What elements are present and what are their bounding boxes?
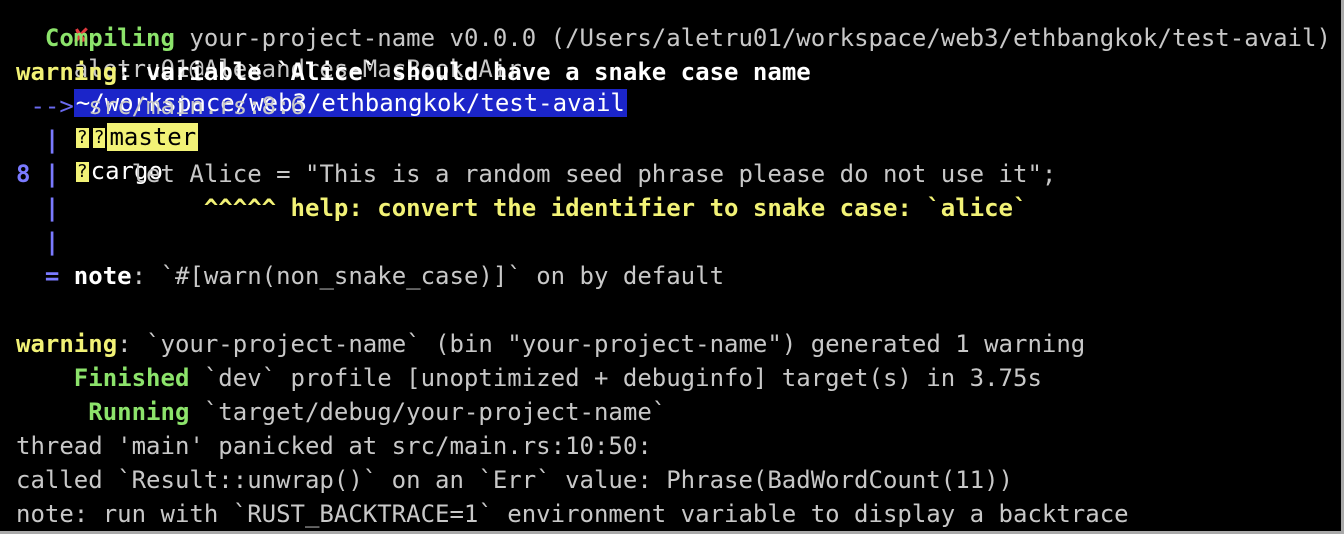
git-branch: master (107, 123, 199, 151)
running-text: `target/debug/your-project-name` (189, 398, 667, 426)
branch-icon: ? (90, 126, 108, 150)
running-label: Running (16, 398, 190, 426)
terminal-window[interactable]: ✘ aletru01@Alexandres-MacBook-Air ~/work… (0, 0, 1344, 534)
warning-label: warning (16, 330, 118, 358)
source-location: src/main.rs:8:6 (73, 92, 305, 120)
warning-message: : variable `Alice` should have a snake c… (117, 58, 811, 86)
finished-line: Finished `dev` profile [unoptimized + de… (16, 361, 1042, 395)
prompt-line: ✘ aletru01@Alexandres-MacBook-Air ~/work… (16, 0, 627, 185)
compiling-label: Compiling (44, 24, 175, 52)
backtrace-note-text: note: run with `RUST_BACKTRACE=1` enviro… (16, 500, 1129, 528)
note-text: : `#[warn(non_snake_case)]` on by defaul… (131, 262, 725, 290)
backtrace-note-line: note: run with `RUST_BACKTRACE=1` enviro… (16, 497, 1129, 531)
panic-line: thread 'main' panicked at src/main.rs:10… (16, 429, 652, 463)
source-code: let Alice = "This is a random seed phras… (59, 160, 1057, 188)
gutter-line: | (16, 123, 59, 157)
help-message: ^^^^^ help: convert the identifier to sn… (59, 194, 1028, 222)
panic-text: thread 'main' panicked at src/main.rs:10… (16, 432, 652, 460)
note-line: = note: `#[warn(non_snake_case)]` on by … (16, 259, 724, 293)
gutter-pipe: | (30, 160, 60, 188)
unwrap-error-text: called `Result::unwrap()` on an `Err` va… (16, 466, 1013, 494)
line-number: 8 (16, 160, 31, 188)
finished-text: `dev` profile [unoptimized + debuginfo] … (189, 364, 1042, 392)
git-icon: ? (73, 126, 91, 150)
gutter-pipe: | (16, 194, 60, 222)
warning-summary-line: warning: `your-project-name` (bin "your-… (16, 327, 1085, 361)
arrow-marker: --> (16, 92, 74, 120)
note-label: note (59, 262, 132, 290)
help-line: | ^^^^^ help: convert the identifier to … (16, 191, 1028, 225)
warning-line: warning: variable `Alice` should have a … (16, 55, 811, 89)
unwrap-error-line: called `Result::unwrap()` on an `Err` va… (16, 463, 1013, 497)
code-line: 8 | let Alice = "This is a random seed p… (16, 157, 1056, 191)
compiling-line: Compiling your-project-name v0.0.0 (/Use… (16, 21, 1331, 55)
compiling-text: your-project-name v0.0.0 (/Users/aletru0… (174, 24, 1331, 52)
warning-summary-text: : `your-project-name` (bin "your-project… (117, 330, 1086, 358)
location-line: --> src/main.rs:8:6 (16, 89, 305, 123)
finished-label: Finished (16, 364, 190, 392)
gutter-line: | (16, 225, 59, 259)
gutter-pipe: | (16, 228, 60, 256)
note-equals: = (16, 262, 60, 290)
warning-label: warning (16, 58, 118, 86)
running-line: Running `target/debug/your-project-name` (16, 395, 666, 429)
gutter-pipe: | (16, 126, 60, 154)
